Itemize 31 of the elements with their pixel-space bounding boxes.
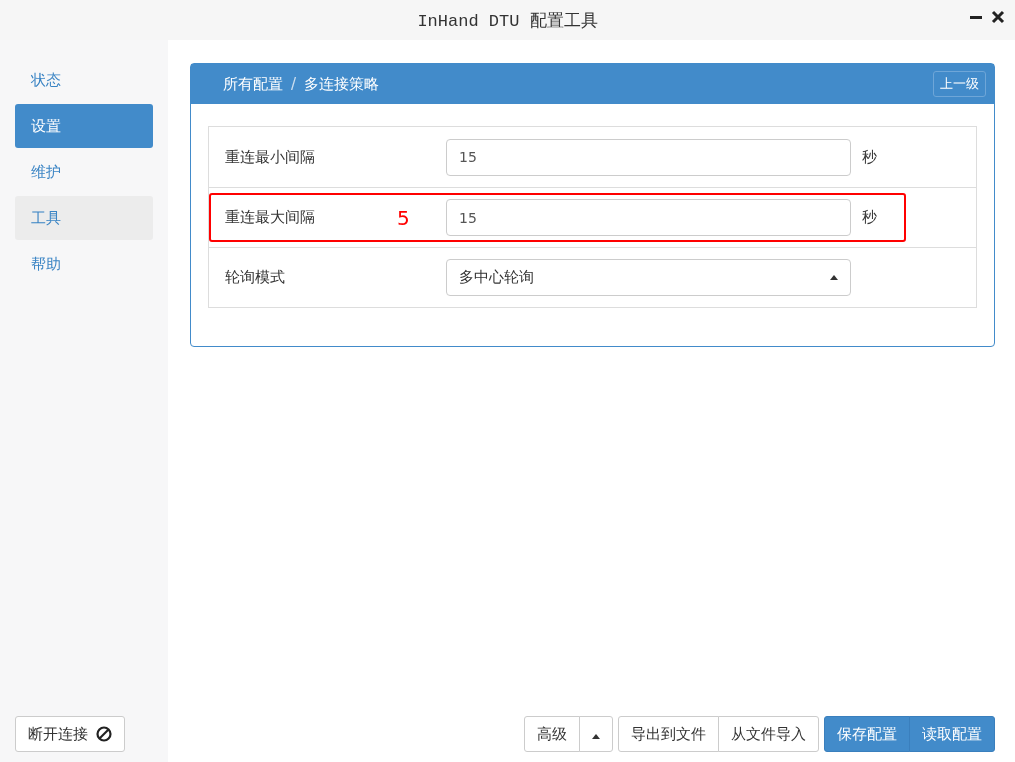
- footer-button[interactable]: 高级: [524, 716, 580, 752]
- breadcrumb-item[interactable]: 多连接策略: [304, 74, 380, 94]
- sidebar-item[interactable]: 设置: [15, 104, 153, 148]
- sidebar-item[interactable]: 帮助: [15, 242, 153, 286]
- unit-label: 秒: [862, 208, 877, 227]
- footer-button[interactable]: 导出到文件: [618, 716, 719, 752]
- annotation-number: 5: [397, 205, 410, 230]
- dropdown-toggle-button[interactable]: [579, 716, 613, 752]
- footer-button[interactable]: 保存配置: [824, 716, 910, 752]
- setting-label: 轮询模式: [225, 268, 285, 287]
- input-field[interactable]: 15: [446, 138, 851, 176]
- sidebar-item[interactable]: 工具: [15, 196, 153, 240]
- sidebar-item[interactable]: 状态: [15, 58, 153, 102]
- mode-select[interactable]: 多中心轮询: [446, 259, 851, 296]
- sidebar-item[interactable]: 维护: [15, 150, 153, 194]
- breadcrumb-separator: /: [291, 75, 297, 93]
- prohibited-icon: [96, 726, 112, 742]
- disconnect-button[interactable]: 断开连接: [15, 716, 125, 752]
- breadcrumb-item[interactable]: 所有配置: [223, 74, 283, 94]
- select-value: 多中心轮询: [459, 268, 534, 287]
- input-field[interactable]: 15: [446, 199, 851, 236]
- close-icon[interactable]: [991, 10, 1005, 24]
- footer-button[interactable]: 读取配置: [909, 716, 995, 752]
- setting-label: 重连最小间隔: [225, 147, 315, 167]
- caret-icon: [830, 275, 838, 280]
- caret-icon: [592, 734, 600, 739]
- setting-label: 重连最大间隔: [225, 208, 315, 227]
- window-title: InHand DTU 配置工具: [417, 10, 598, 32]
- unit-label: 秒: [862, 147, 877, 167]
- up-level-button[interactable]: 上一级: [933, 71, 986, 97]
- footer-button[interactable]: 从文件导入: [718, 716, 819, 752]
